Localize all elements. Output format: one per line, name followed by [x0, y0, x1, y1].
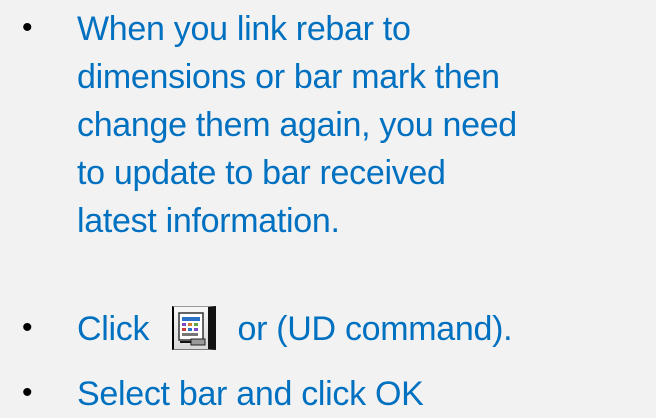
select-bar-line: Select bar and click OK — [77, 375, 424, 413]
ud-command-label: or (UD command). — [237, 310, 513, 348]
explanation-line-1: When you link rebar to — [77, 10, 411, 48]
bullet-marker: • — [22, 11, 33, 44]
bullet-marker: • — [22, 376, 33, 409]
click-label: Click — [77, 310, 150, 348]
explanation-line-2: dimensions or bar mark then — [77, 58, 500, 96]
click-command-text: Click or (UD command). — [77, 305, 652, 353]
explanation-line-4: to update to bar received — [77, 154, 446, 192]
update-explanation-text: When you link rebar to dimensions or bar… — [77, 5, 652, 245]
select-bar-text: Select bar and click OK — [77, 370, 652, 418]
explanation-line-5: latest information. — [77, 202, 340, 240]
instruction-slide: • When you link rebar to dimensions or b… — [0, 0, 656, 413]
bullet-marker: • — [22, 311, 33, 344]
update-rebar-icon — [178, 312, 206, 346]
update-rebar-button[interactable] — [172, 306, 217, 350]
explanation-line-3: change them again, you need — [77, 106, 517, 144]
